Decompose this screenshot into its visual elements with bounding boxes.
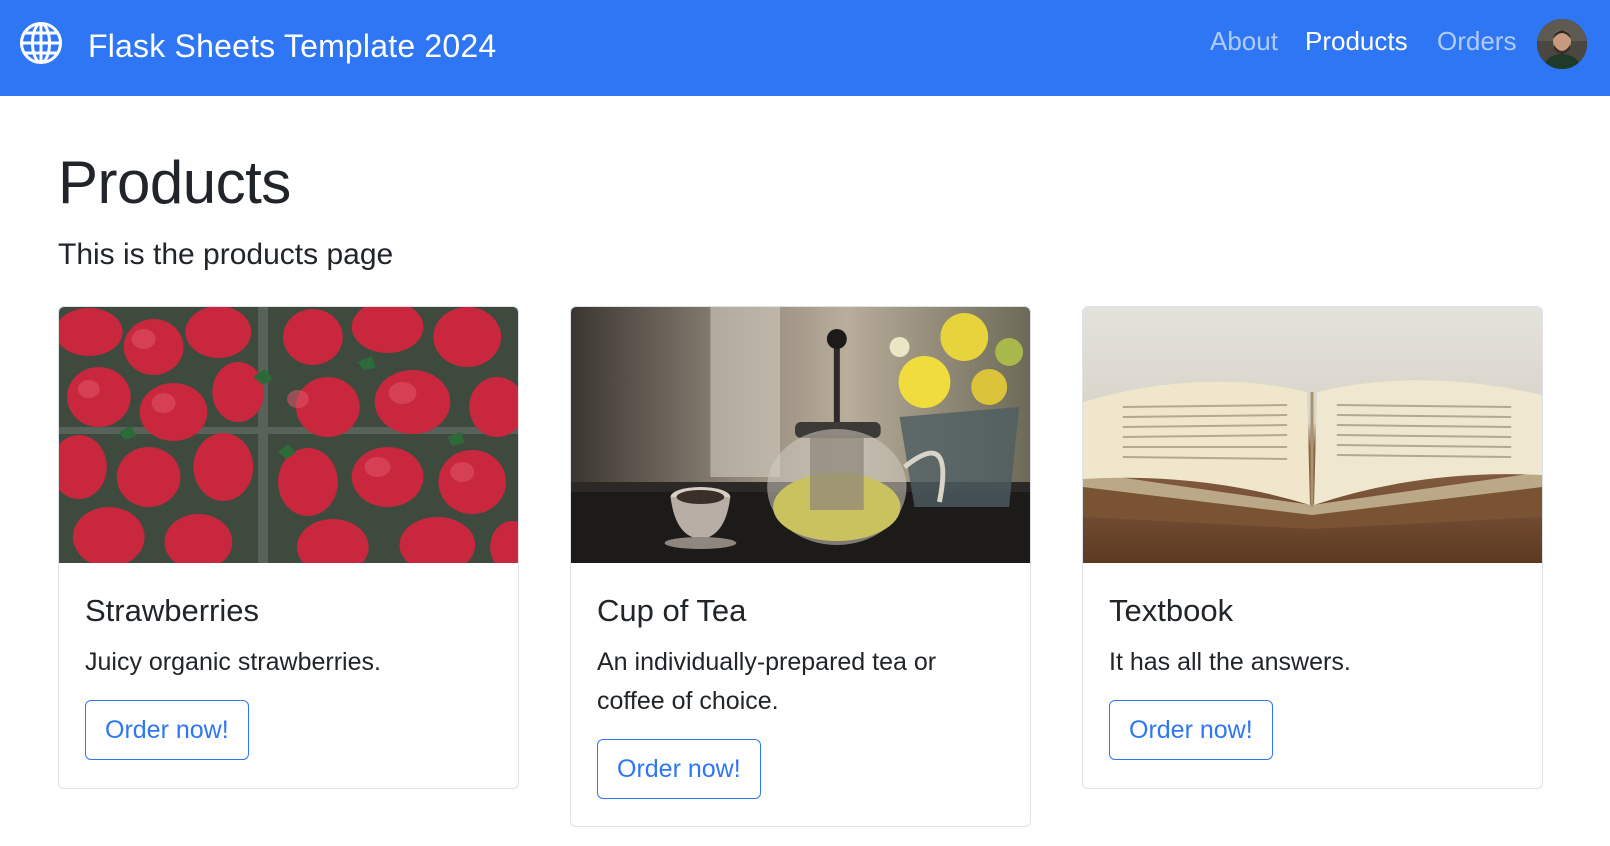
card-body: Textbook It has all the answers. Order n… [1083, 593, 1542, 760]
nav-link-orders[interactable]: Orders [1437, 26, 1516, 57]
card-body: Cup of Tea An individually-prepared tea … [571, 593, 1030, 799]
navbar: Flask Sheets Template 2024 About Product… [0, 0, 1610, 96]
order-now-button[interactable]: Order now! [1109, 700, 1273, 760]
open-book-photo [1083, 307, 1542, 563]
order-now-button[interactable]: Order now! [85, 700, 249, 760]
page-subtitle: This is the products page [58, 238, 394, 271]
teapot-photo [571, 307, 1030, 563]
globe-icon [20, 22, 62, 64]
card-title: Textbook [1109, 593, 1234, 628]
app-title[interactable]: Flask Sheets Template 2024 [88, 28, 496, 65]
nav-link-products[interactable]: Products [1305, 26, 1408, 57]
card-text: An individually-prepared tea or coffee o… [597, 648, 937, 715]
nav-link-about[interactable]: About [1210, 26, 1278, 57]
card-title: Cup of Tea [597, 593, 747, 628]
card-text: It has all the answers. [1109, 648, 1351, 676]
avatar-image [1537, 19, 1587, 69]
user-avatar[interactable] [1537, 19, 1587, 69]
card-title: Strawberries [85, 593, 259, 628]
card-body: Strawberries Juicy organic strawberries.… [59, 593, 518, 760]
brand[interactable] [18, 20, 64, 66]
product-card: Textbook It has all the answers. Order n… [1082, 306, 1543, 789]
strawberries-photo [59, 307, 518, 563]
page-title: Products [58, 149, 291, 216]
product-card: Strawberries Juicy organic strawberries.… [58, 306, 519, 789]
order-now-button[interactable]: Order now! [597, 739, 761, 799]
product-card: Cup of Tea An individually-prepared tea … [570, 306, 1031, 827]
card-text: Juicy organic strawberries. [85, 648, 381, 676]
